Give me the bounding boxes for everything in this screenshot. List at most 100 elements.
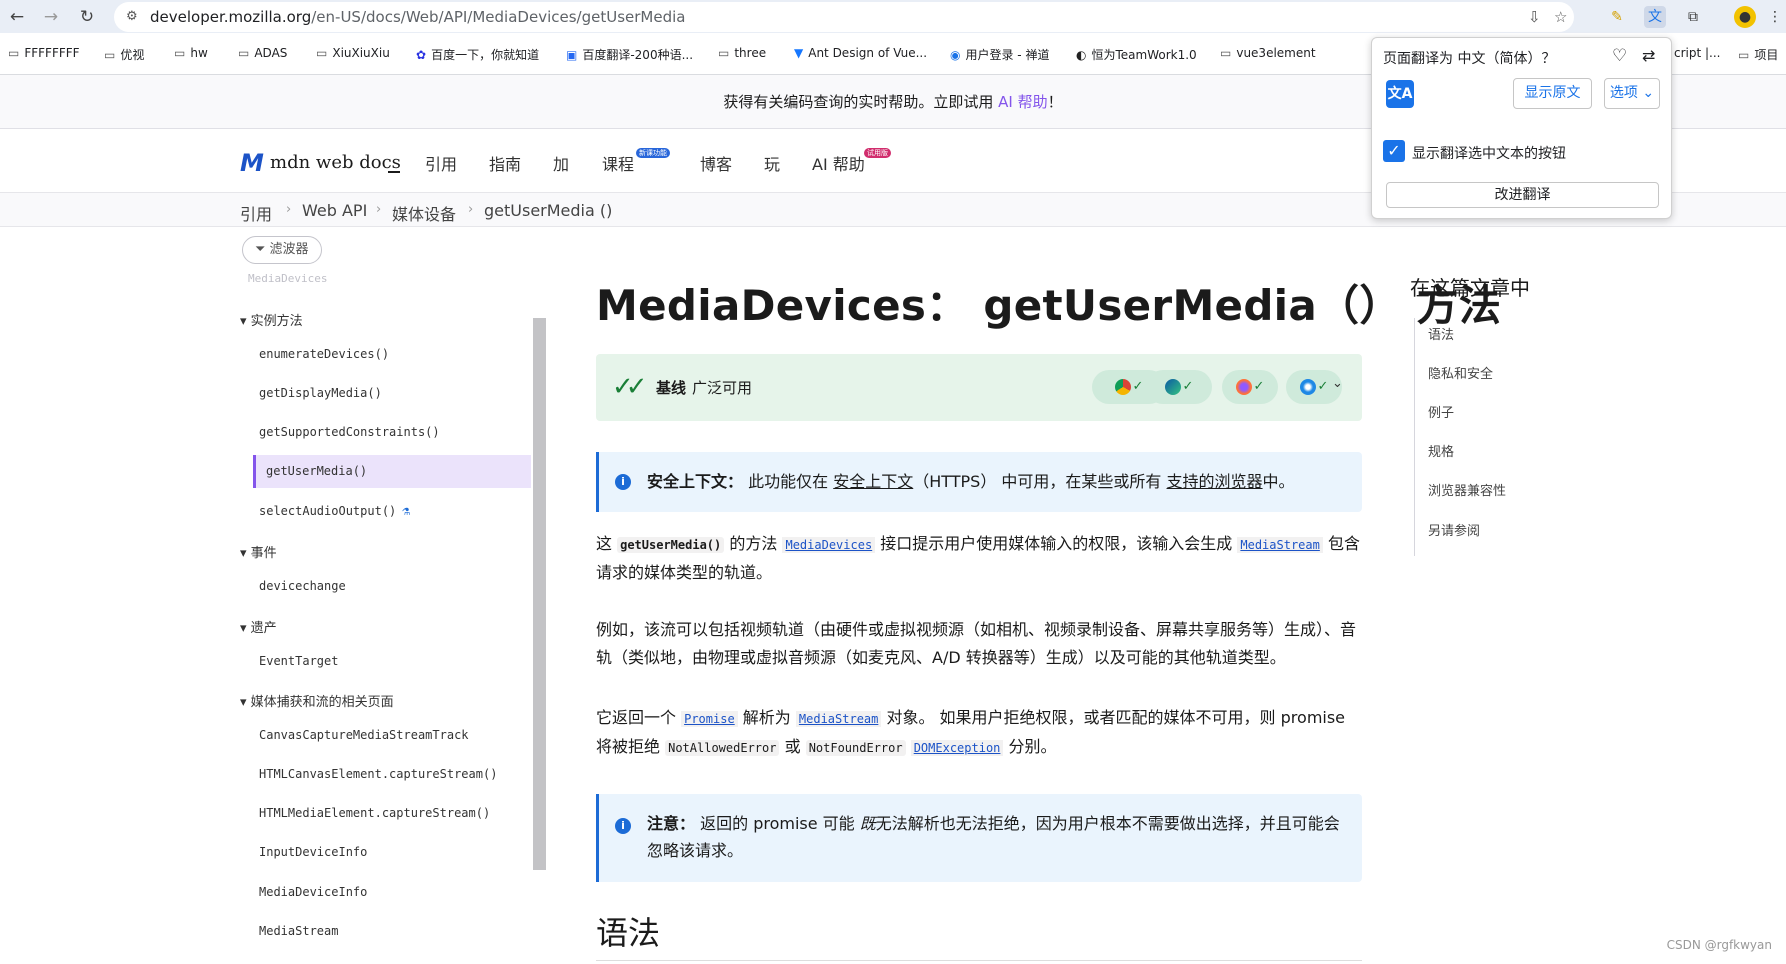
breadcrumb-item[interactable]: Web API <box>302 201 367 220</box>
bookmark-item[interactable]: ▭ FFFFFFFF <box>8 46 80 60</box>
folder-icon: ▭ <box>8 46 20 60</box>
sidebar-item[interactable]: getDisplayMedia() <box>259 386 382 400</box>
folder-icon: ▭ <box>1738 48 1750 62</box>
baseline-banner: ✓✓ 基线 广泛可用 ✓ ✓ ✓ ✓ ⌄ <box>596 354 1362 421</box>
toc-item[interactable]: 例子 <box>1428 402 1454 421</box>
sidebar-item[interactable]: InputDeviceInfo <box>259 845 367 859</box>
options-button[interactable]: 选项 ⌄ <box>1604 78 1660 109</box>
sidebar-item[interactable]: HTMLCanvasElement.captureStream() <box>259 767 497 781</box>
sidebar-scrollbar[interactable] <box>533 318 546 870</box>
bookmark-item[interactable]: ▭ XiuXiuXiu <box>316 46 390 60</box>
toc-item[interactable]: 规格 <box>1428 441 1454 460</box>
sidebar-item[interactable]: getSupportedConstraints() <box>259 425 440 439</box>
browser-support-edge[interactable]: ✓ <box>1146 370 1212 404</box>
folder-icon: ▭ <box>104 48 116 62</box>
promise-link[interactable]: Promise <box>681 711 738 727</box>
chevron-down-icon[interactable]: ⌄ <box>1332 376 1343 391</box>
back-icon[interactable]: ← <box>6 6 28 28</box>
toc-item[interactable]: 浏览器兼容性 <box>1428 480 1506 499</box>
puzzle-icon[interactable]: ⧉ <box>1682 6 1704 28</box>
sidebar-item[interactable]: enumerateDevices() <box>259 347 389 361</box>
sidebar-item[interactable]: HTMLMediaElement.captureStream() <box>259 806 490 820</box>
sidebar-item[interactable]: EventTarget <box>259 654 338 668</box>
mdn-logo-text[interactable]: mdn web docs <box>270 152 401 173</box>
show-original-button[interactable]: 显示原文 <box>1513 78 1592 109</box>
bookmark-item[interactable]: ▭ vue3element <box>1220 46 1316 60</box>
inline-code: getUserMedia() <box>617 537 725 553</box>
sidebar-section-events[interactable]: ▾ 事件 <box>240 542 277 561</box>
bookmark-item[interactable]: ▭ ADAS <box>238 46 287 60</box>
sidebar-section-inheritance[interactable]: ▾ 遗产 <box>240 617 277 636</box>
show-button-checkbox[interactable]: ✓ <box>1383 140 1405 162</box>
bookmark-item[interactable]: ▼ Ant Design of Vue... <box>794 46 927 60</box>
chrome-icon <box>1114 379 1131 395</box>
toc-item[interactable]: 隐私和安全 <box>1428 363 1493 382</box>
bookmark-item[interactable]: ▣ 百度翻译-200种语... <box>566 46 693 63</box>
mdn-logo-icon[interactable]: M <box>240 149 264 177</box>
supported-browsers-link[interactable]: 支持的浏览器 <box>1167 472 1263 491</box>
install-icon[interactable]: ⇩ <box>1528 8 1541 26</box>
toc-title: 在这篇文章中 <box>1410 276 1530 300</box>
sidebar-section-related[interactable]: ▾ 媒体捕获和流的相关页面 <box>240 691 394 710</box>
reload-icon[interactable]: ↻ <box>76 6 98 28</box>
nav-blog[interactable]: 博客 <box>700 151 732 175</box>
bookmark-item[interactable]: ✿ 百度一下，你就知道 <box>416 46 539 63</box>
ai-help-link[interactable]: AI 帮助 <box>998 93 1047 111</box>
sidebar-item[interactable]: MediaStream <box>259 924 338 938</box>
sidebar-item[interactable]: selectAudioOutput() ⚗ <box>259 504 410 519</box>
new-badge: 新课功能 <box>636 148 670 158</box>
bookmark-item[interactable]: ▭ three <box>718 46 766 60</box>
nav-curriculum[interactable]: 课程 <box>602 151 634 175</box>
sidebar-faded-item[interactable]: MediaDevices <box>248 272 327 285</box>
forward-icon[interactable]: → <box>40 6 62 28</box>
mediadevices-link[interactable]: MediaDevices <box>782 537 876 553</box>
address-bar[interactable]: ⚙ developer.mozilla.org/en-US/docs/Web/A… <box>114 2 1574 32</box>
bookmark-item[interactable]: ▭ 优视 <box>104 46 144 63</box>
bookmark-item[interactable]: cript |... <box>1674 46 1721 60</box>
site-info-icon[interactable]: ⚙ <box>126 9 138 24</box>
sidebar-section-instance-methods[interactable]: ▾ 实例方法 <box>240 310 303 329</box>
browser-support-firefox[interactable]: ✓ <box>1222 370 1278 404</box>
nav-guides[interactable]: 指南 <box>489 151 521 175</box>
bookmark-item[interactable]: ▭ 项目 <box>1738 46 1778 63</box>
breadcrumb-item[interactable]: 媒体设备 <box>392 201 456 225</box>
toc-item[interactable]: 语法 <box>1428 324 1454 343</box>
chevron-right-icon: › <box>468 202 474 217</box>
bookmark-item[interactable]: ◉ 用户登录 - 禅道 <box>950 46 1049 63</box>
banner-suffix: ！ <box>1047 93 1063 111</box>
section-heading-syntax: 语法 <box>596 914 661 952</box>
bookmark-item[interactable]: ▭ hw <box>174 46 208 60</box>
menu-icon[interactable]: ⋮ <box>1764 6 1786 28</box>
sidebar-item[interactable]: CanvasCaptureMediaStreamTrack <box>259 728 469 742</box>
heart-icon[interactable]: ♡ <box>1612 46 1627 66</box>
check-icon: ✓ <box>1317 379 1329 394</box>
nav-ai-help[interactable]: AI 帮助 <box>812 151 865 175</box>
extension-icon[interactable]: ✎ <box>1606 6 1628 28</box>
nav-plus[interactable]: 加 <box>553 151 569 175</box>
folder-icon: ▭ <box>316 46 328 60</box>
domexception-link[interactable]: DOMException <box>910 740 1004 756</box>
bookmark-item[interactable]: ◐ 恒为TeamWork1.0 <box>1076 46 1197 63</box>
profile-icon[interactable]: ● <box>1734 6 1756 28</box>
page-title: MediaDevices： getUserMedia（） 方法 <box>596 281 1502 330</box>
note-box: i 注意： 返回的 promise 可能 既无法解析也无法拒绝，因为用户根本不需… <box>596 794 1362 882</box>
improve-translation-button[interactable]: 改进翻译 <box>1386 182 1659 208</box>
star-icon[interactable]: ☆ <box>1554 8 1567 26</box>
nav-play[interactable]: 玩 <box>764 151 780 175</box>
checkbox-label: 显示翻译选中文本的按钮 <box>1412 146 1566 162</box>
mediastream-link[interactable]: MediaStream <box>1237 537 1323 553</box>
filter-button[interactable]: ⏷ 滤波器 <box>242 236 322 264</box>
sidebar-item-current[interactable]: getUserMedia() <box>266 464 367 478</box>
secure-context-link[interactable]: 安全上下文 <box>833 472 913 491</box>
url-text[interactable]: developer.mozilla.org/en-US/docs/Web/API… <box>150 8 685 26</box>
sidebar-item[interactable]: devicechange <box>259 579 346 593</box>
nav-reference[interactable]: 引用 <box>425 151 457 175</box>
mediastream-link[interactable]: MediaStream <box>795 711 882 727</box>
swap-icon[interactable]: ⇄ <box>1642 46 1655 65</box>
folder-icon: ▭ <box>1220 46 1232 60</box>
toc-item[interactable]: 另请参阅 <box>1428 520 1480 539</box>
breadcrumb-item[interactable]: 引用 <box>240 201 272 225</box>
sidebar-item[interactable]: MediaDeviceInfo <box>259 885 367 899</box>
translate-icon[interactable]: 文 <box>1644 6 1666 28</box>
breadcrumb-item: getUserMedia () <box>484 201 613 220</box>
